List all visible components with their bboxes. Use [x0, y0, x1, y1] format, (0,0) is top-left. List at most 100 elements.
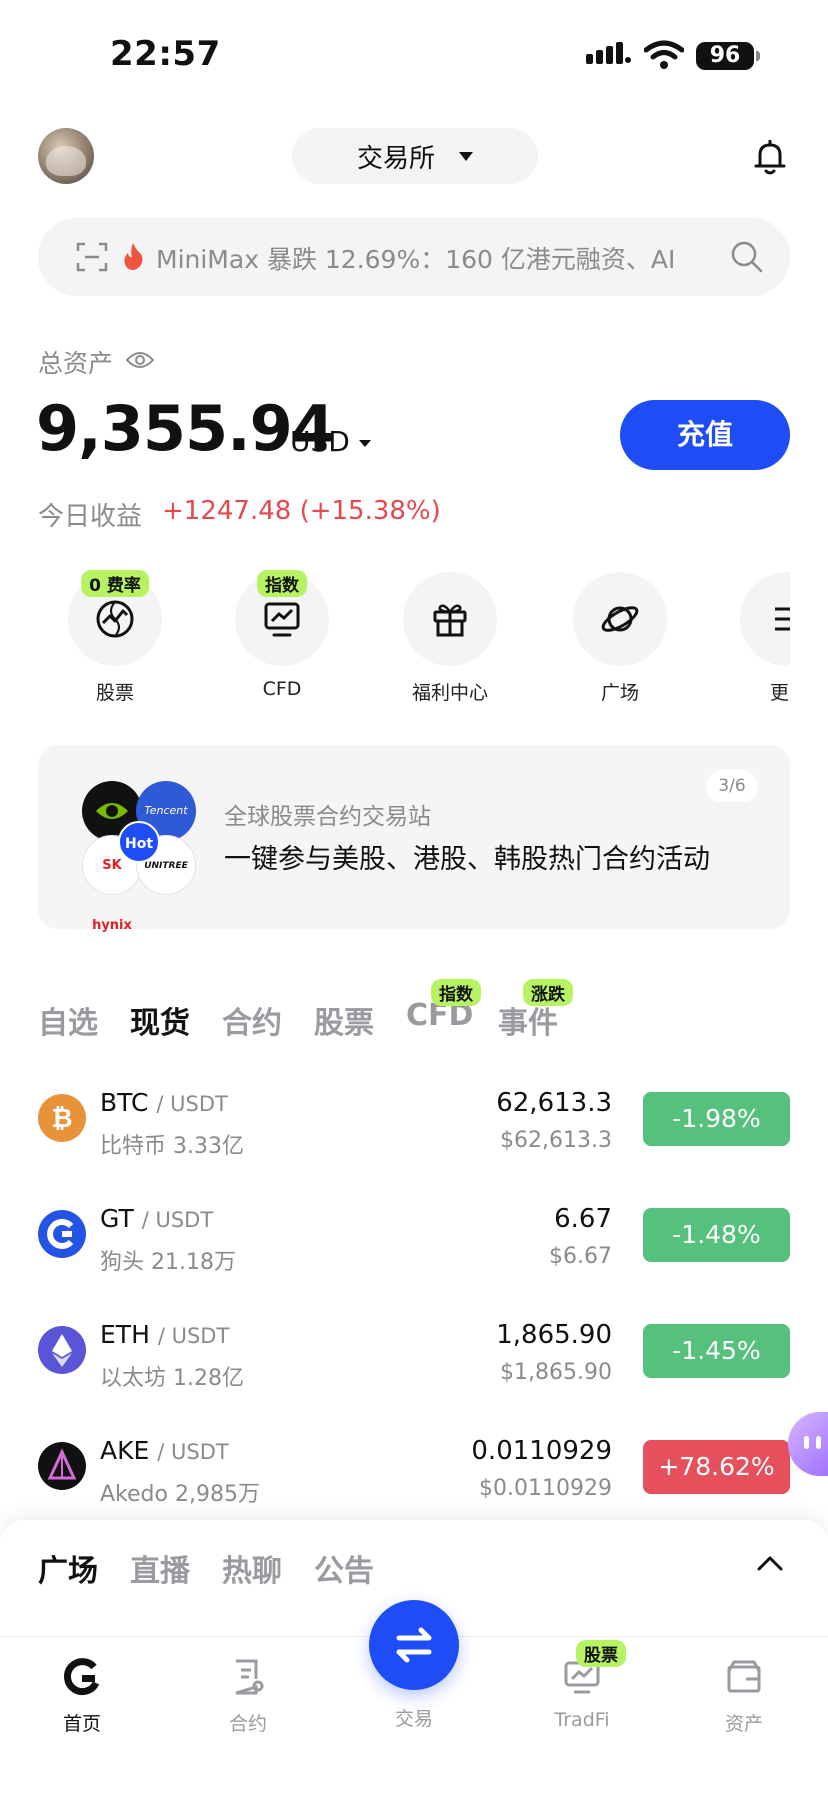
nav-label-trade[interactable]: 交易	[354, 1704, 474, 1731]
banner-title: 全球股票合约交易站	[224, 804, 431, 830]
coin-volume: 以太坊 1.28亿	[100, 1366, 244, 1391]
shortcut-icon-wrap	[403, 572, 497, 666]
price-usd: $0.0110929	[479, 1476, 612, 1501]
wallet-icon	[727, 1660, 761, 1693]
market-row-gt[interactable]: GT / USDT 狗头 21.18万 6.67 $6.67 -1.48%	[0, 1204, 828, 1304]
hot-badge: Hot	[118, 821, 160, 863]
globe-chart-icon	[96, 600, 134, 638]
chevron-up-icon[interactable]	[756, 1554, 784, 1572]
fire-icon	[124, 243, 143, 270]
deposit-button[interactable]: 充值	[620, 400, 790, 470]
shortcut-square[interactable]: 广场	[572, 572, 668, 705]
last-price: 0.0110929	[471, 1436, 612, 1466]
eye-icon[interactable]	[126, 350, 154, 370]
battery-indicator: 96	[696, 42, 754, 70]
tab-futures[interactable]: 合约	[222, 998, 282, 1042]
currency-selector[interactable]: USD	[290, 425, 350, 458]
tab-square[interactable]: 广场	[38, 1546, 98, 1590]
avatar[interactable]	[38, 128, 94, 184]
shortcut-label: 福利中心	[411, 682, 488, 704]
nav-assets[interactable]: 资产	[684, 1657, 804, 1736]
change-badge[interactable]: -1.48%	[643, 1208, 790, 1262]
price-usd: $6.67	[549, 1244, 612, 1269]
nav-label: 合约	[228, 1713, 267, 1735]
search-trending-text: MiniMax 暴跌 12.69%：160 亿港元融资、AI	[156, 245, 676, 274]
market-row-eth[interactable]: ETH / USDT 以太坊 1.28亿 1,865.90 $1,865.90 …	[0, 1320, 828, 1420]
eth-icon	[38, 1326, 86, 1374]
tab-announcements[interactable]: 公告	[314, 1546, 374, 1590]
signal-icon	[586, 42, 631, 64]
caret-down-icon[interactable]	[359, 440, 371, 447]
coin-volume: Akedo 2,985万	[100, 1482, 260, 1507]
last-price: 62,613.3	[496, 1088, 612, 1118]
total-assets-label: 总资产	[38, 349, 114, 378]
change-badge[interactable]: +78.62%	[643, 1440, 790, 1494]
shortcut-more[interactable]: 更	[740, 572, 790, 705]
shortcut-icon-wrap	[740, 572, 790, 666]
last-price: 1,865.90	[496, 1320, 612, 1350]
nav-label: 首页	[62, 1713, 101, 1735]
status-time: 22:57	[110, 34, 221, 74]
promo-banner[interactable]: Tencent SK hynix UNITREE Hot 全球股票合约交易站 一…	[38, 745, 790, 933]
nav-label: TradFi	[554, 1709, 610, 1731]
shortcut-label: 股票	[95, 682, 134, 704]
tab-spot[interactable]: 现货	[130, 998, 190, 1042]
nav-label: 资产	[724, 1713, 763, 1735]
shortcut-stocks[interactable]: 0 费率 股票	[67, 570, 163, 705]
shortcut-label: CFD	[262, 678, 302, 700]
pair-name: AKE / USDT	[100, 1436, 229, 1465]
search-icon[interactable]	[730, 240, 764, 274]
tab-hot-chat[interactable]: 热聊	[222, 1546, 282, 1590]
market-row-btc[interactable]: ₿ BTC / USDT 比特币 3.33亿 62,613.3 $62,613.…	[0, 1088, 828, 1188]
nav-home[interactable]: 首页	[22, 1657, 142, 1736]
ake-icon	[38, 1442, 86, 1490]
scan-icon[interactable]	[76, 242, 108, 272]
battery-tip	[756, 51, 760, 61]
status-bar: 22:57 96	[0, 0, 828, 110]
home-icon	[64, 1658, 100, 1696]
coin-volume: 狗头 21.18万	[100, 1250, 236, 1275]
tab-badge: 涨跌	[523, 979, 573, 1006]
monitor-chart-icon	[264, 602, 300, 637]
shortcut-badge: 0 费率	[81, 570, 149, 597]
tab-stocks[interactable]: 股票	[314, 998, 374, 1042]
change-badge[interactable]: -1.98%	[643, 1092, 790, 1146]
shortcut-badge: 指数	[257, 570, 307, 597]
trade-button[interactable]	[369, 1600, 459, 1690]
tab-live[interactable]: 直播	[130, 1546, 190, 1590]
today-pnl-value: +1247.48 (+15.38%)	[162, 496, 441, 526]
banner-text: 一键参与美股、港股、韩股热门合约活动	[224, 844, 710, 875]
btc-icon: ₿	[38, 1094, 86, 1142]
contract-icon	[235, 1659, 264, 1695]
coin-volume: 比特币 3.33亿	[100, 1134, 244, 1159]
caret-down-icon	[459, 151, 473, 161]
pair-name: BTC / USDT	[100, 1088, 228, 1117]
svg-text:₿: ₿	[51, 1104, 72, 1134]
wifi-icon	[644, 40, 684, 69]
search-bar[interactable]: MiniMax 暴跌 12.69%：160 亿港元融资、AI	[38, 218, 790, 296]
exchange-switcher[interactable]: 交易所	[292, 128, 538, 184]
gift-icon	[433, 604, 467, 637]
price-usd: $62,613.3	[500, 1128, 612, 1153]
pair-name: ETH / USDT	[100, 1320, 230, 1349]
last-price: 6.67	[554, 1204, 612, 1234]
gt-icon	[38, 1210, 86, 1258]
nav-tradfi[interactable]: TradFi	[522, 1657, 642, 1731]
price-usd: $1,865.90	[500, 1360, 612, 1385]
shortcut-cfd[interactable]: 指数 CFD	[234, 570, 330, 700]
nav-contract[interactable]: 合约	[188, 1657, 308, 1736]
shortcut-label: 广场	[600, 682, 639, 704]
pair-name: GT / USDT	[100, 1204, 214, 1233]
tab-badge: 指数	[431, 979, 481, 1006]
tab-watchlist[interactable]: 自选	[38, 998, 98, 1042]
change-badge[interactable]: -1.45%	[643, 1324, 790, 1378]
banner-page-indicator: 3/6	[706, 770, 758, 802]
bell-icon[interactable]	[754, 140, 786, 176]
planet-icon	[601, 606, 639, 632]
more-icon	[775, 607, 790, 631]
nav-badge: 股票	[576, 1640, 626, 1667]
shortcut-rewards[interactable]: 福利中心	[402, 572, 498, 705]
shortcut-label: 更	[770, 682, 790, 704]
swap-icon	[396, 1627, 432, 1663]
exchange-label: 交易所	[356, 143, 435, 174]
